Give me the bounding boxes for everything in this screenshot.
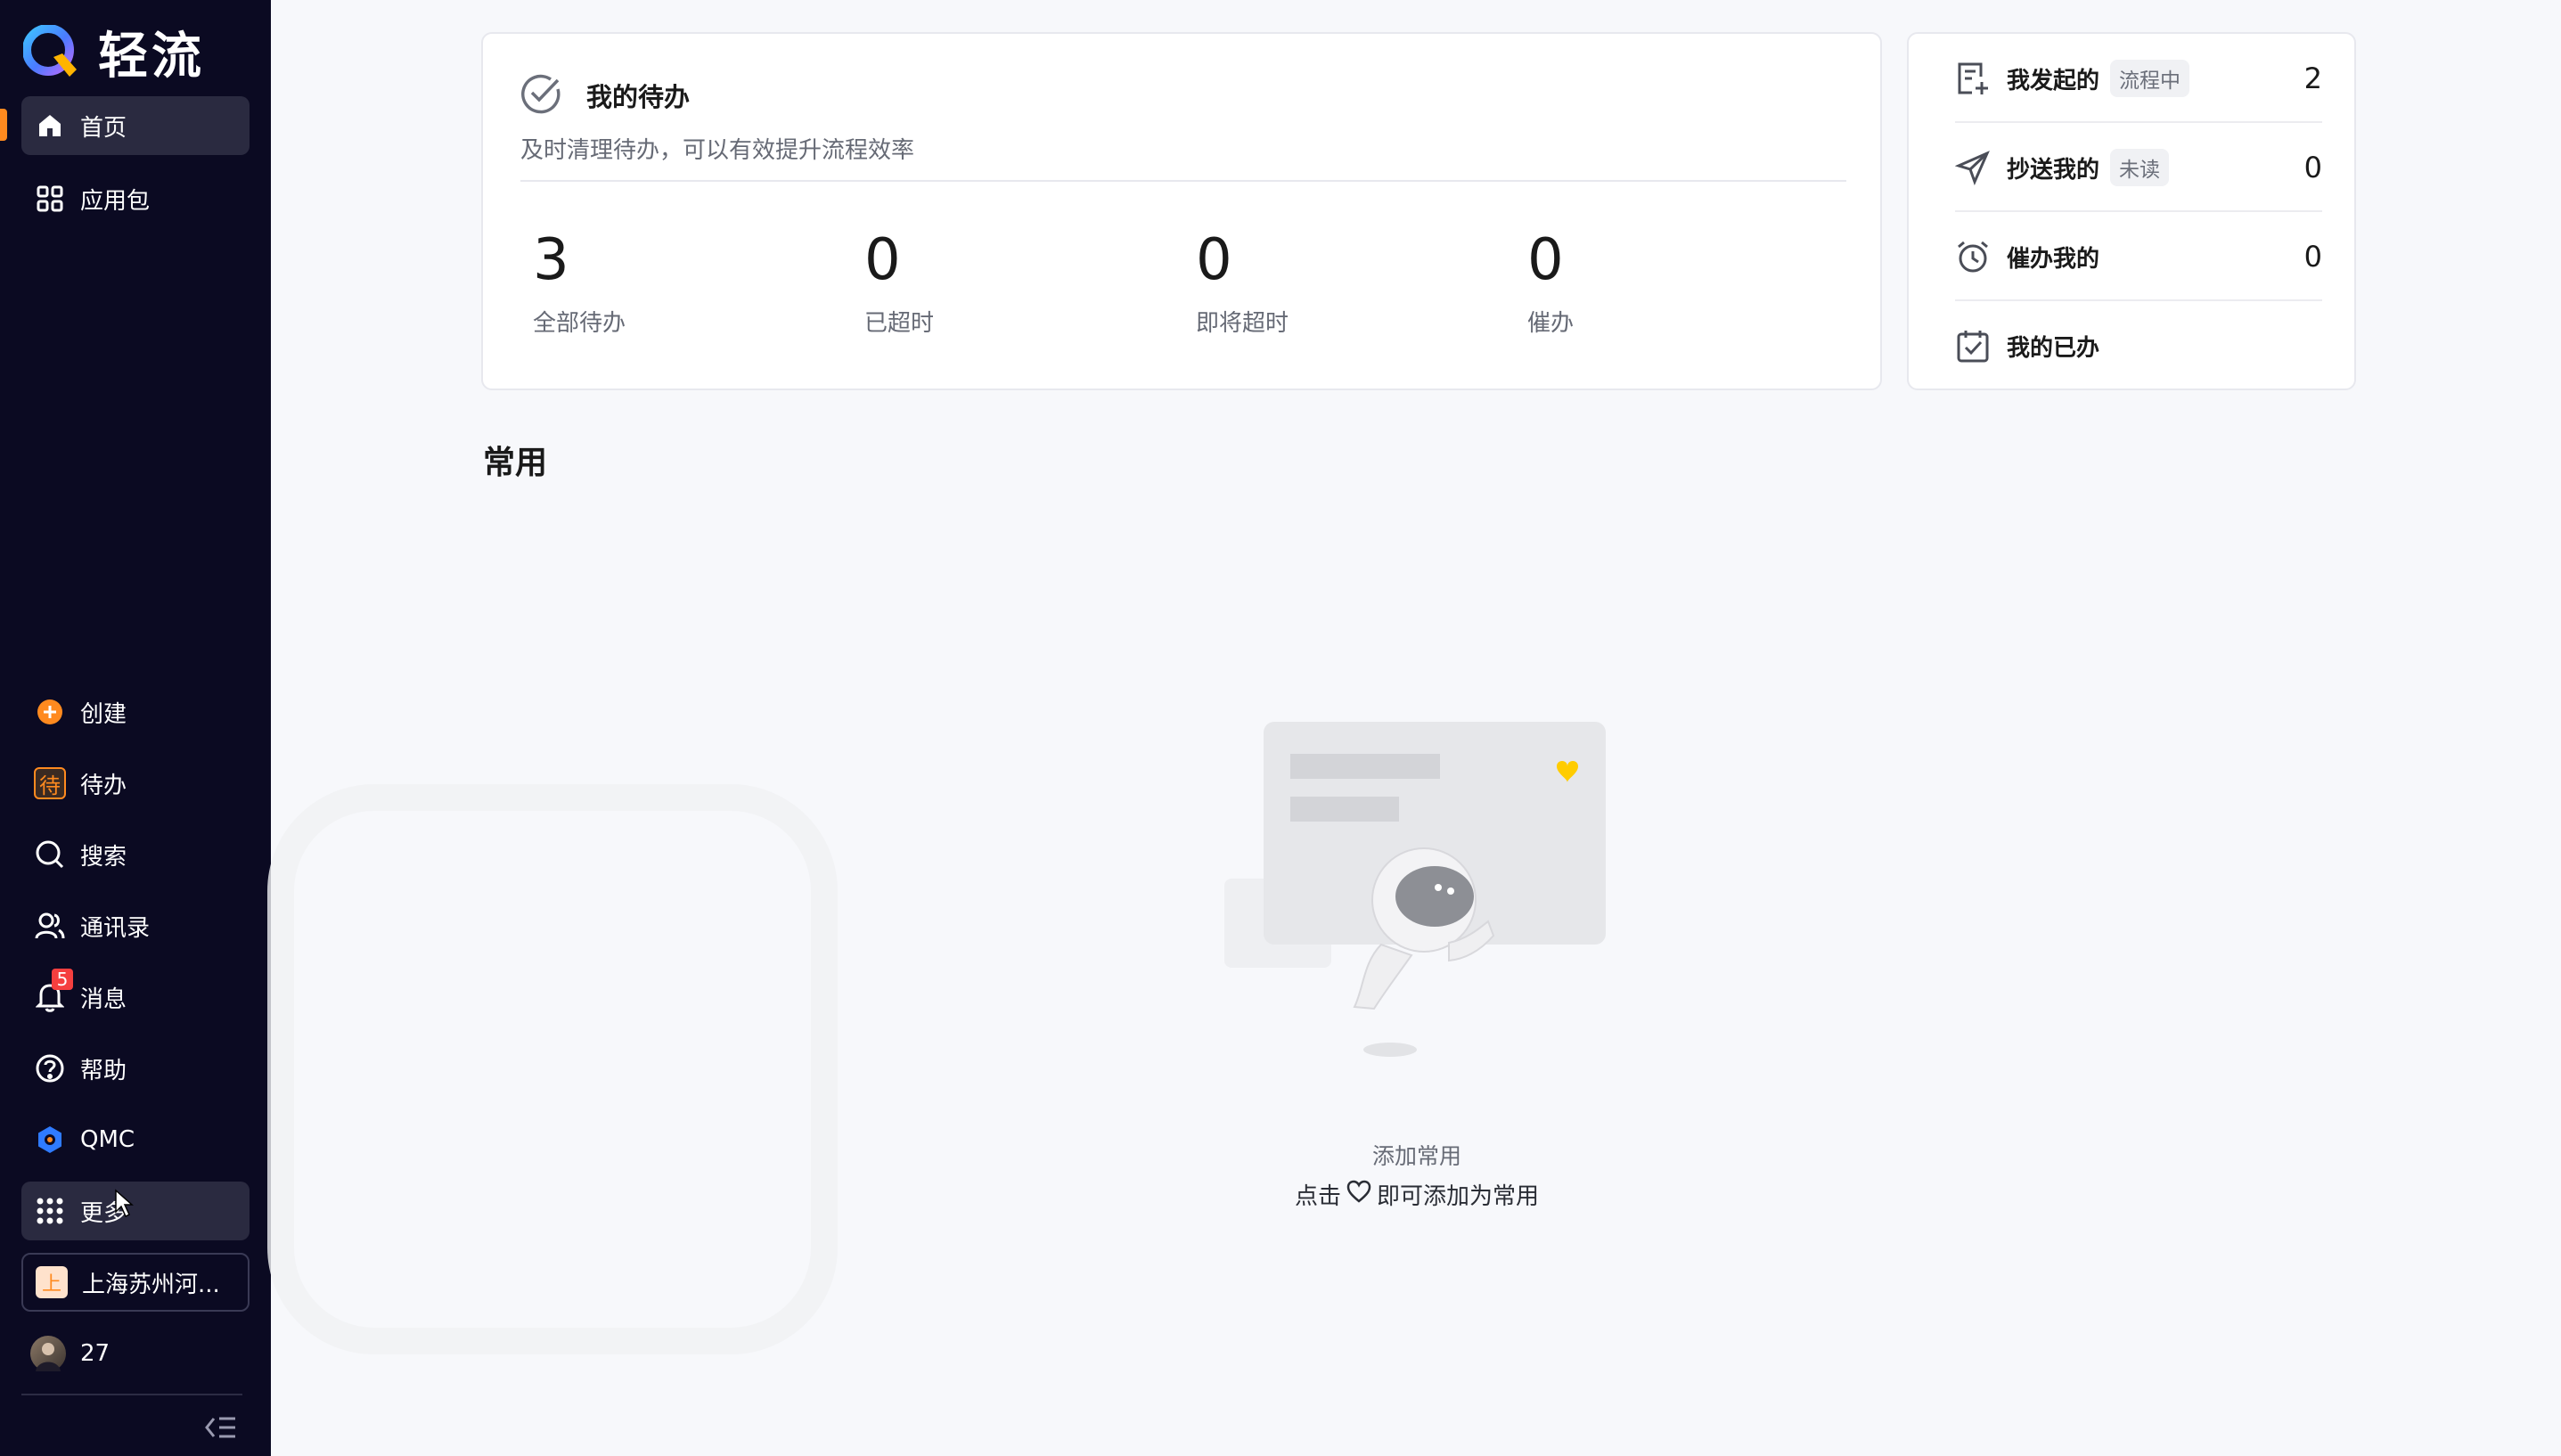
sidebar-item-label: 帮助 — [80, 1057, 127, 1084]
plus-circle-icon — [34, 696, 66, 728]
row-urged-me[interactable]: 催办我的 0 — [1955, 212, 2322, 301]
sidebar-item-contacts[interactable]: 通讯录 — [21, 896, 250, 955]
hint-after: 即可添加为常用 — [1377, 1183, 1540, 1210]
sidebar-item-todo[interactable]: 待 待办 — [21, 754, 250, 813]
stat-overdue[interactable]: 0 已超时 — [864, 228, 934, 338]
app-logo[interactable]: 轻流 — [22, 16, 205, 88]
favorites-title: 常用 — [483, 445, 548, 481]
todo-subtitle: 及时清理待办，可以有效提升流程效率 — [520, 137, 915, 164]
calendar-check-icon — [1955, 328, 1991, 364]
sidebar-item-label: 应用包 — [80, 187, 151, 215]
todo-title: 我的待办 — [586, 82, 691, 112]
contacts-icon — [34, 910, 66, 942]
sidebar-item-home[interactable]: 首页 — [21, 96, 250, 155]
todo-card: 我的待办 及时清理待办，可以有效提升流程效率 3 全部待办 0 已超时 0 即将… — [481, 32, 1882, 390]
search-icon — [34, 838, 66, 871]
row-cc-me[interactable]: 抄送我的 未读 0 — [1955, 123, 2322, 212]
home-icon — [34, 110, 66, 142]
stat-value: 0 — [1527, 227, 1564, 293]
stat-value: 0 — [1196, 227, 1232, 293]
todo-char-icon: 待 — [34, 767, 66, 799]
row-label: 抄送我的 — [2007, 156, 2100, 184]
empty-hint: 点击 即可添加为常用 — [1237, 1178, 1597, 1211]
empty-illustration — [1221, 722, 1613, 1060]
divider — [520, 180, 1846, 182]
mouse-cursor-icon — [115, 1189, 134, 1218]
sidebar-item-label: 通讯录 — [80, 914, 151, 942]
sidebar-item-search[interactable]: 搜索 — [21, 825, 250, 884]
bell-icon: 5 — [34, 969, 73, 1013]
sidebar-item-messages[interactable]: 5 消息 — [21, 968, 250, 1027]
workspace-avatar: 上 — [36, 1266, 68, 1298]
app-name: 轻流 — [98, 28, 205, 86]
qingliu-logo-icon — [22, 23, 78, 80]
stat-label: 催办 — [1527, 310, 1575, 337]
sidebar-item-label: 创建 — [80, 700, 127, 728]
stat-due-soon[interactable]: 0 即将超时 — [1196, 228, 1289, 338]
stat-value: 3 — [533, 227, 569, 293]
sidebar-divider — [21, 1394, 242, 1395]
row-initiated[interactable]: 我发起的 流程中 2 — [1955, 34, 2322, 123]
hint-before: 点击 — [1294, 1183, 1341, 1210]
user-profile[interactable]: 27 — [21, 1324, 250, 1383]
sidebar: 轻流 首页 应用包 创建 待 待办 搜索 通讯录 5 消息 帮助 QMC 更多 … — [0, 0, 271, 1456]
help-icon — [34, 1052, 66, 1084]
workspace-initial: 上 — [41, 1273, 61, 1296]
sidebar-item-label: 搜索 — [80, 843, 127, 871]
user-label: 27 — [80, 1340, 110, 1367]
stat-label: 即将超时 — [1196, 310, 1289, 337]
stat-label: 全部待办 — [533, 310, 626, 337]
stat-all-todo[interactable]: 3 全部待办 — [533, 228, 626, 338]
workspace-switcher[interactable]: 上 上海苏州河... — [21, 1253, 250, 1312]
stat-value: 0 — [864, 227, 901, 293]
empty-title: 添加常用 — [1371, 1143, 1461, 1169]
avatar — [30, 1336, 66, 1371]
send-icon — [1955, 150, 1991, 185]
status-tag: 未读 — [2110, 149, 2170, 186]
status-tag: 流程中 — [2110, 60, 2190, 97]
sidebar-item-label: 待办 — [80, 772, 127, 799]
apps-icon — [34, 1195, 66, 1227]
alarm-clock-icon — [1955, 239, 1991, 274]
stat-urged[interactable]: 0 催办 — [1527, 228, 1574, 338]
background-decoration — [267, 784, 838, 1354]
stat-label: 已超时 — [864, 310, 935, 337]
heart-outline-icon — [1346, 1180, 1371, 1209]
process-summary-card: 我发起的 流程中 2 抄送我的 未读 0 催办我的 0 我的已办 — [1907, 32, 2356, 390]
row-done[interactable]: 我的已办 — [1955, 301, 2322, 390]
new-form-icon — [1955, 61, 1991, 96]
sidebar-item-qmc[interactable]: QMC — [21, 1110, 250, 1169]
row-label: 催办我的 — [2007, 245, 2100, 273]
todo-char: 待 — [39, 773, 61, 798]
workspace-label: 上海苏州河... — [82, 1271, 220, 1298]
sidebar-item-label: QMC — [80, 1126, 135, 1153]
sidebar-item-more[interactable]: 更多 — [21, 1182, 250, 1240]
row-count: 2 — [2303, 61, 2322, 95]
sidebar-item-help[interactable]: 帮助 — [21, 1039, 250, 1098]
sidebar-item-label: 首页 — [80, 114, 127, 142]
message-badge: 5 — [52, 969, 73, 990]
sidebar-item-apps[interactable]: 应用包 — [21, 169, 250, 228]
sidebar-item-create[interactable]: 创建 — [21, 683, 250, 741]
sidebar-item-label: 消息 — [80, 986, 127, 1013]
row-label: 我的已办 — [2007, 334, 2100, 362]
grid-icon — [34, 183, 66, 215]
check-circle-icon — [519, 71, 563, 119]
qmc-icon — [34, 1124, 66, 1156]
active-indicator — [0, 109, 7, 141]
collapse-sidebar-icon[interactable] — [203, 1411, 239, 1444]
row-count: 0 — [2303, 151, 2322, 184]
row-count: 0 — [2303, 240, 2322, 274]
row-label: 我发起的 — [2007, 67, 2100, 94]
